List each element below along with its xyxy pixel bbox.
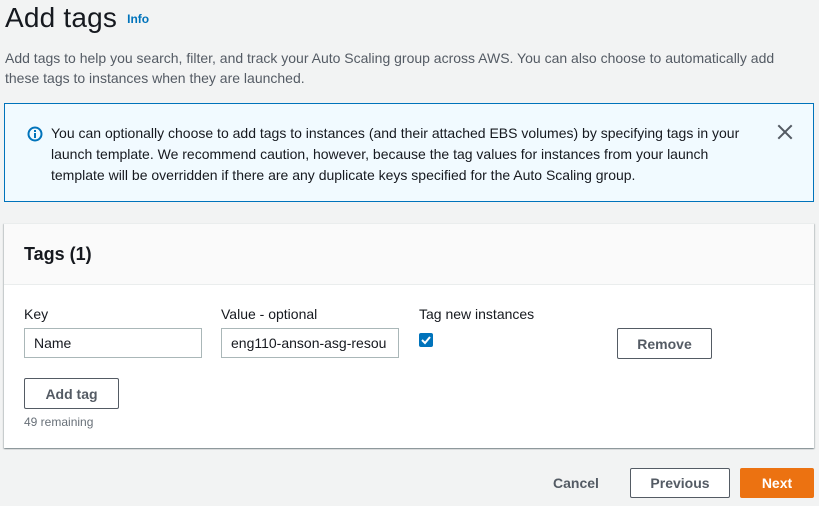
info-link[interactable]: Info — [127, 12, 149, 26]
tag-key-input[interactable] — [24, 328, 202, 358]
page-header: Add tags Info — [5, 2, 149, 34]
page-title: Add tags — [5, 2, 118, 33]
tag-value-input[interactable] — [221, 328, 399, 358]
tags-panel-title: Tags (1) — [24, 244, 92, 264]
value-column-label: Value - optional — [221, 306, 318, 322]
tags-panel: Tags (1) Key Value - optional Tag new in… — [4, 223, 814, 448]
previous-button[interactable]: Previous — [630, 468, 730, 498]
info-circle-icon — [27, 126, 43, 142]
checkmark-icon — [421, 336, 431, 345]
next-button[interactable]: Next — [740, 468, 814, 498]
tag-new-instances-column-label: Tag new instances — [419, 306, 535, 322]
alert-message: You can optionally choose to add tags to… — [51, 125, 740, 183]
info-alert: You can optionally choose to add tags to… — [4, 103, 814, 202]
close-icon[interactable] — [777, 124, 793, 140]
tags-remaining-text: 49 remaining — [24, 415, 94, 429]
cancel-button[interactable]: Cancel — [540, 468, 612, 498]
add-tag-button[interactable]: Add tag — [24, 378, 119, 409]
tags-panel-header: Tags (1) — [4, 224, 814, 285]
key-column-label: Key — [24, 306, 49, 322]
tag-new-instances-checkbox[interactable] — [419, 333, 433, 347]
remove-tag-button[interactable]: Remove — [617, 328, 712, 359]
page-description: Add tags to help you search, filter, and… — [5, 50, 775, 86]
